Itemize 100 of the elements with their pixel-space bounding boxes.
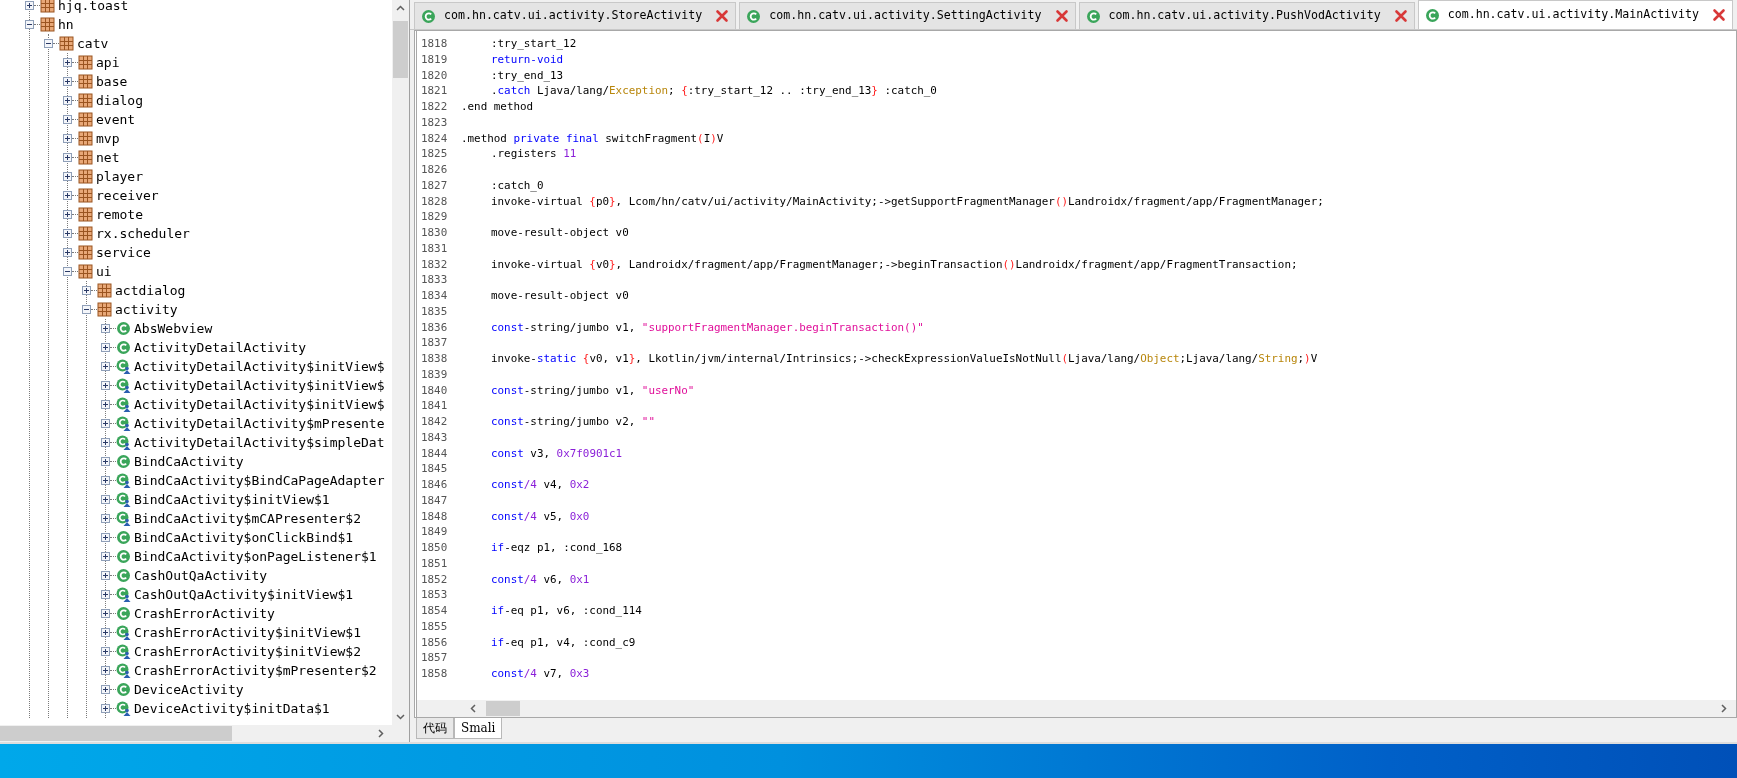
expand-icon[interactable] xyxy=(63,191,72,200)
tree-item-label[interactable]: CashOutQaActivity$initView$1 xyxy=(134,584,354,605)
collapse-icon[interactable] xyxy=(44,39,53,48)
tree-item-label[interactable]: CrashErrorActivity xyxy=(134,603,275,624)
tree-item-label[interactable]: BindCaActivity$mCAPresenter$2 xyxy=(134,508,361,529)
tree-item-label[interactable]: ActivityDetailActivity$mPresente xyxy=(134,413,385,434)
expand-icon[interactable] xyxy=(101,685,110,694)
tree-item-label[interactable]: service xyxy=(96,242,151,263)
inner-class-icon xyxy=(116,701,131,716)
scrollbar-thumb[interactable] xyxy=(0,726,232,741)
tree-item-label[interactable]: ActivityDetailActivity$initView$ xyxy=(134,394,385,415)
expand-icon[interactable] xyxy=(101,552,110,561)
file-tab[interactable]: com.hn.catv.ui.activity.SettingActivity xyxy=(739,2,1076,29)
tree-item-label[interactable]: CrashErrorActivity$initView$1 xyxy=(134,622,361,643)
expand-icon[interactable] xyxy=(101,343,110,352)
expand-icon[interactable] xyxy=(101,362,110,371)
expand-icon[interactable] xyxy=(63,77,72,86)
tree-item-label[interactable]: BindCaActivity$onClickBind$1 xyxy=(134,527,354,548)
expand-icon[interactable] xyxy=(101,647,110,656)
expand-icon[interactable] xyxy=(63,96,72,105)
scrollbar-thumb[interactable] xyxy=(393,21,408,78)
file-tab[interactable]: com.hn.catv.ui.activity.MainActivity xyxy=(1417,0,1733,29)
file-tab[interactable]: com.hn.catv.ui.activity.StoreActivity xyxy=(414,2,737,29)
tree-item-label[interactable]: BindCaActivity$onPageListener$1 xyxy=(134,546,377,567)
expand-icon[interactable] xyxy=(63,172,72,181)
tree-item-label[interactable]: net xyxy=(96,147,120,168)
expand-icon[interactable] xyxy=(101,533,110,542)
tree-item-label[interactable]: BindCaActivity$initView$1 xyxy=(134,489,330,510)
close-icon[interactable] xyxy=(715,9,730,23)
collapse-icon[interactable] xyxy=(82,305,91,314)
package-icon xyxy=(78,264,93,279)
file-tab[interactable]: com.hn.catv.ui.activity.PushVodActivity xyxy=(1078,2,1415,29)
horizontal-scrollbar[interactable] xyxy=(417,700,1736,717)
tree-item-label[interactable]: BindCaActivity xyxy=(134,451,244,472)
expand-icon[interactable] xyxy=(63,115,72,124)
vertical-scrollbar[interactable] xyxy=(392,0,409,725)
expand-icon[interactable] xyxy=(101,438,110,447)
tree-item-label[interactable]: event xyxy=(96,109,136,130)
tree-item-label[interactable]: player xyxy=(96,166,143,187)
tree-item-label[interactable]: CrashErrorActivity$initView$2 xyxy=(134,641,361,662)
expand-icon[interactable] xyxy=(101,419,110,428)
horizontal-scrollbar[interactable] xyxy=(0,725,409,742)
expand-icon[interactable] xyxy=(63,229,72,238)
collapse-icon[interactable] xyxy=(63,267,72,276)
tree-item-label[interactable]: DeviceActivity$initData$1 xyxy=(134,698,330,719)
scrollbar-thumb[interactable] xyxy=(486,701,520,716)
tree-item-label[interactable]: hn xyxy=(58,14,74,35)
scroll-right-icon[interactable] xyxy=(1719,704,1728,713)
expand-icon[interactable] xyxy=(101,590,110,599)
expand-icon[interactable] xyxy=(101,571,110,580)
expand-icon[interactable] xyxy=(101,495,110,504)
expand-icon[interactable] xyxy=(25,1,34,10)
expand-icon[interactable] xyxy=(101,381,110,390)
view-tab[interactable]: 代码 xyxy=(416,718,454,739)
expand-icon[interactable] xyxy=(82,286,91,295)
expand-icon[interactable] xyxy=(101,628,110,637)
close-icon[interactable] xyxy=(1393,9,1408,23)
tree-item-label[interactable]: mvp xyxy=(96,128,120,149)
tree-item-label[interactable]: catv xyxy=(77,33,109,54)
inner-class-icon xyxy=(116,511,131,526)
scroll-down-icon[interactable] xyxy=(396,712,405,721)
expand-icon[interactable] xyxy=(63,210,72,219)
tree-item-label[interactable]: ui xyxy=(96,261,112,282)
tree-item-label[interactable]: BindCaActivity$BindCaPageAdapter xyxy=(134,470,385,491)
expand-icon[interactable] xyxy=(101,476,110,485)
tree-item-label[interactable]: hjq.toast xyxy=(58,0,129,16)
tree-item-label[interactable]: actdialog xyxy=(115,280,186,301)
collapse-icon[interactable] xyxy=(25,20,34,29)
tree-item-label[interactable]: base xyxy=(96,71,128,92)
expand-icon[interactable] xyxy=(63,58,72,67)
tree-item-label[interactable]: remote xyxy=(96,204,143,225)
tree-item-label[interactable]: CashOutQaActivity xyxy=(134,565,268,586)
expand-icon[interactable] xyxy=(101,514,110,523)
close-icon[interactable] xyxy=(1054,9,1069,23)
expand-icon[interactable] xyxy=(63,153,72,162)
expand-icon[interactable] xyxy=(101,457,110,466)
tree-item-label[interactable]: ActivityDetailActivity$initView$ xyxy=(134,375,385,396)
scroll-left-icon[interactable] xyxy=(469,704,478,713)
view-tab[interactable]: Smali xyxy=(454,718,503,739)
tree-item-label[interactable]: CrashErrorActivity$mPresenter$2 xyxy=(134,660,377,681)
expand-icon[interactable] xyxy=(63,134,72,143)
tree-item-label[interactable]: dialog xyxy=(96,90,143,111)
expand-icon[interactable] xyxy=(101,400,110,409)
expand-icon[interactable] xyxy=(101,666,110,675)
expand-icon[interactable] xyxy=(101,704,110,713)
close-icon[interactable] xyxy=(1712,8,1726,22)
tree-item-label[interactable]: ActivityDetailActivity$initView$ xyxy=(134,356,385,377)
expand-icon[interactable] xyxy=(101,609,110,618)
tree-item-label[interactable]: ActivityDetailActivity xyxy=(134,337,307,358)
tree-item-label[interactable]: activity xyxy=(115,299,178,320)
scroll-right-icon[interactable] xyxy=(376,729,385,738)
tree-item-label[interactable]: ActivityDetailActivity$simpleDat xyxy=(134,432,385,453)
expand-icon[interactable] xyxy=(63,248,72,257)
tree-item-label[interactable]: receiver xyxy=(96,185,159,206)
tree-item-label[interactable]: DeviceActivity xyxy=(134,679,244,700)
tree-item-label[interactable]: api xyxy=(96,52,120,73)
expand-icon[interactable] xyxy=(101,324,110,333)
tree-item-label[interactable]: rx.scheduler xyxy=(96,223,190,244)
tree-item-label[interactable]: AbsWebview xyxy=(134,318,213,339)
scroll-up-icon[interactable] xyxy=(396,4,405,13)
